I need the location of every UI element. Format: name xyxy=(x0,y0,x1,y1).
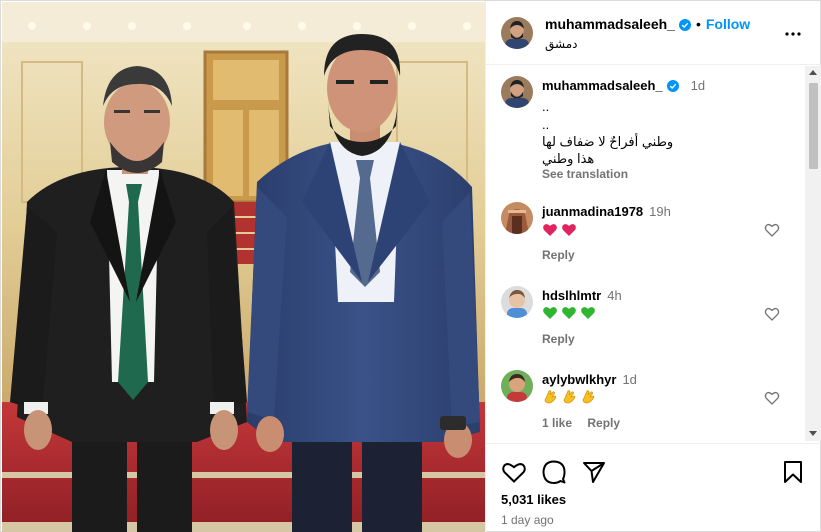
like-comment-heart-icon[interactable] xyxy=(764,390,780,406)
comment-item: juanmadina1978 19h Reply xyxy=(486,192,806,276)
verified-badge-icon xyxy=(666,79,679,92)
author-avatar[interactable] xyxy=(501,17,533,49)
comment-user-row: juanmadina1978 19h xyxy=(542,204,671,219)
caption-avatar[interactable] xyxy=(501,76,533,108)
comment-actions: Reply xyxy=(542,248,587,262)
post-modal: muhammadsaleeh_ • Follow دمشق muhammadsa… xyxy=(0,0,821,532)
post-photo[interactable] xyxy=(2,2,485,532)
clap-icon xyxy=(544,390,557,404)
like-comment-heart-icon[interactable] xyxy=(764,306,780,322)
reply-button[interactable]: Reply xyxy=(542,332,575,346)
heart-icon[interactable] xyxy=(501,459,527,485)
likes-count[interactable]: 5,031 likes xyxy=(501,492,566,507)
caption-user-row: muhammadsaleeh_ 1d xyxy=(542,78,705,93)
reply-button[interactable]: Reply xyxy=(542,248,575,262)
more-options-icon[interactable] xyxy=(784,25,802,43)
comment-user-row: aylybwlkhyr 1d xyxy=(542,372,637,387)
name-separator: • xyxy=(695,16,701,32)
reply-button[interactable]: Reply xyxy=(587,416,620,430)
caption-line-2: .. xyxy=(542,117,550,132)
commenter-avatar[interactable] xyxy=(501,202,533,234)
comment-item: hdslhlmtr 4h Reply xyxy=(486,276,806,360)
comment-emoji-text xyxy=(542,389,596,405)
scroll-down-arrow-icon[interactable] xyxy=(809,431,817,436)
red-heart-icon xyxy=(562,224,576,236)
comment-time: 1d xyxy=(622,372,637,387)
comment-username[interactable]: aylybwlkhyr xyxy=(542,372,616,387)
post-actions-bar: 5,031 likes 1 day ago xyxy=(486,443,821,532)
red-heart-icon xyxy=(543,224,557,236)
scroll-thumb[interactable] xyxy=(809,83,818,169)
comment-time: 4h xyxy=(607,288,622,303)
share-icon[interactable] xyxy=(581,459,607,485)
caption-line-1: .. xyxy=(542,99,550,114)
verified-badge-icon xyxy=(678,18,691,31)
caption-item: muhammadsaleeh_ 1d .. .. وطني أفراحٌ لا … xyxy=(486,66,806,196)
comment-emoji-text xyxy=(542,305,596,321)
post-timestamp[interactable]: 1 day ago xyxy=(501,513,554,527)
post-location[interactable]: دمشق xyxy=(545,37,577,51)
bookmark-icon[interactable] xyxy=(780,459,806,485)
caption-time: 1d xyxy=(690,78,706,93)
green-heart-icon xyxy=(543,307,557,319)
post-side-panel: muhammadsaleeh_ • Follow دمشق muhammadsa… xyxy=(485,1,821,532)
green-heart-icon xyxy=(581,307,595,319)
comments-list[interactable]: muhammadsaleeh_ 1d .. .. وطني أفراحٌ لا … xyxy=(486,66,806,441)
see-translation-link[interactable]: See translation xyxy=(542,167,628,181)
comment-time: 19h xyxy=(649,204,671,219)
commenter-avatar[interactable] xyxy=(501,286,533,318)
author-name-row: muhammadsaleeh_ • Follow xyxy=(545,16,750,32)
follow-button[interactable]: Follow xyxy=(706,16,750,32)
scroll-up-arrow-icon[interactable] xyxy=(809,70,817,75)
comment-actions: Reply xyxy=(542,332,587,346)
comment-item: aylybwlkhyr 1d 1 like Reply xyxy=(486,360,806,441)
comment-username[interactable]: juanmadina1978 xyxy=(542,204,643,219)
comment-icon[interactable] xyxy=(541,459,567,485)
author-username[interactable]: muhammadsaleeh_ xyxy=(545,16,675,32)
comment-emoji-text xyxy=(542,222,577,238)
green-heart-icon xyxy=(562,307,576,319)
commenter-avatar[interactable] xyxy=(501,370,533,402)
post-header: muhammadsaleeh_ • Follow دمشق xyxy=(486,1,821,65)
comments-scrollbar[interactable] xyxy=(805,66,821,441)
photo-illustration xyxy=(2,2,485,532)
caption-line-4: هذا وطني xyxy=(542,151,595,166)
comment-likes-count[interactable]: 1 like xyxy=(542,416,572,430)
comment-actions: 1 like Reply xyxy=(542,416,632,430)
caption-line-3: وطني أفراحٌ لا ضفاف لها xyxy=(542,134,674,149)
comment-user-row: hdslhlmtr 4h xyxy=(542,288,622,303)
like-comment-heart-icon[interactable] xyxy=(764,222,780,238)
clap-icon xyxy=(582,390,595,404)
clap-icon xyxy=(563,390,576,404)
comment-username[interactable]: hdslhlmtr xyxy=(542,288,601,303)
caption-username[interactable]: muhammadsaleeh_ xyxy=(542,78,663,93)
